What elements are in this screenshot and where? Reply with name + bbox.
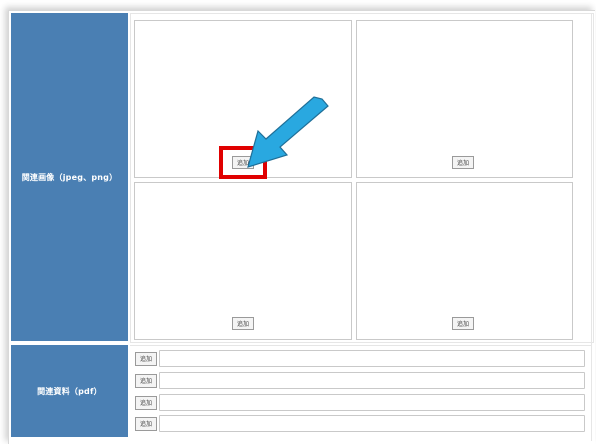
add-pdf-button-3[interactable]: 追加 <box>135 395 157 410</box>
pdf-row-label: 関連資料（pdf） <box>11 345 128 437</box>
add-pdf-button-1[interactable]: 追加 <box>135 351 157 366</box>
arrow-shape <box>247 96 329 168</box>
pdf-file-field-1[interactable] <box>159 350 585 367</box>
add-image-button-4[interactable]: 追加 <box>452 317 474 330</box>
image-slot-2 <box>356 20 573 178</box>
pdf-file-field-3[interactable] <box>159 394 585 411</box>
pdf-row: 追加 <box>135 372 585 389</box>
add-pdf-button-2[interactable]: 追加 <box>135 373 157 388</box>
pdf-file-field-4[interactable] <box>159 415 585 432</box>
pdf-label-text: 関連資料（pdf） <box>37 386 102 396</box>
images-label-text: 関連画像（jpeg、png） <box>21 172 118 182</box>
pdf-row: 追加 <box>135 350 585 367</box>
pointer-arrow-icon <box>247 96 329 168</box>
add-pdf-button-4[interactable]: 追加 <box>135 416 157 431</box>
pdf-row: 追加 <box>135 415 585 432</box>
right-divider <box>591 13 592 441</box>
pdf-row: 追加 <box>135 394 585 411</box>
add-image-button-2[interactable]: 追加 <box>452 156 474 169</box>
screenshot-frame: 関連画像（jpeg、png） 追加 追加 追加 追加 関連資料（pdf） 追加 … <box>0 0 596 444</box>
pdf-file-field-2[interactable] <box>159 372 585 389</box>
add-image-button-3[interactable]: 追加 <box>232 317 254 330</box>
images-row-label: 関連画像（jpeg、png） <box>11 13 128 341</box>
